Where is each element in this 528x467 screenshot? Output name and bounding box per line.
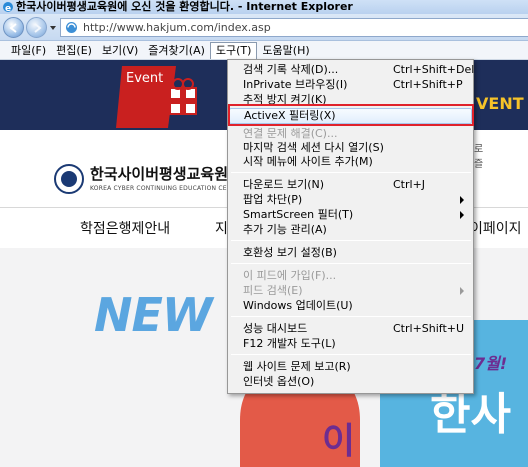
menu-item-label: InPrivate 브라우징(I) <box>243 78 348 91</box>
forward-arrow-icon <box>33 22 42 33</box>
event-banner[interactable]: Event <box>116 62 226 128</box>
menu-item-windows-update[interactable]: Windows 업데이트(U) <box>229 298 472 313</box>
menu-item-smartscreen[interactable]: SmartScreen 필터(T) <box>229 207 472 222</box>
menu-item-compat-view[interactable]: 호환성 보기 설정(B) <box>229 245 472 260</box>
menu-help[interactable]: 도움말(H) <box>257 42 314 59</box>
menu-item-report-site-problem[interactable]: 웹 사이트 문제 보고(R) <box>229 359 472 374</box>
menu-item-label: 인터넷 옵션(O) <box>243 375 315 388</box>
logo-seal-icon <box>54 164 84 194</box>
menu-separator <box>231 354 471 355</box>
menu-item-inprivate[interactable]: InPrivate 브라우징(I) Ctrl+Shift+P <box>229 77 472 92</box>
menu-item-label: 시작 메뉴에 사이트 추가(M) <box>243 155 373 168</box>
back-button[interactable] <box>3 17 24 38</box>
menu-item-label: 추가 기능 관리(A) <box>243 223 327 236</box>
menu-item-manage-addons[interactable]: 추가 기능 관리(A) <box>229 222 472 237</box>
menu-item-feed-discovery: 피드 검색(E) <box>229 283 472 298</box>
top-links: 로 즐 <box>474 140 528 170</box>
window-title-bar: e 한국사이버평생교육원에 오신 것을 환영합니다. - Internet Ex… <box>0 0 528 14</box>
menu-item-fix-connection: 연결 문제 해결(C)... <box>229 126 472 141</box>
tools-menu: 검색 기록 삭제(D)... Ctrl+Shift+Del InPrivate … <box>227 59 474 394</box>
menu-item-subscribe-feed: 이 피드에 가입(F)... <box>229 268 472 283</box>
banner-headline-left: 이 <box>322 421 356 462</box>
menu-item-shortcut: Ctrl+Shift+Del <box>393 63 475 76</box>
menu-item-reopen-session[interactable]: 마지막 검색 세션 다시 열기(S) <box>229 140 472 155</box>
top-link-login[interactable]: 로 <box>474 144 483 155</box>
address-toolbar: http://www.hakjum.com/index.asp <box>0 14 528 41</box>
banner-month-text: 7월! <box>474 354 508 373</box>
menu-separator <box>231 263 471 264</box>
menu-item-label: F12 개발자 도구(L) <box>243 337 336 350</box>
menu-item-view-downloads[interactable]: 다운로드 보기(N) Ctrl+J <box>229 177 472 192</box>
menu-item-label: 성능 대시보드 <box>243 322 308 335</box>
history-dropdown-icon[interactable] <box>49 24 57 32</box>
menu-item-label: 팝업 차단(P) <box>243 193 303 206</box>
ie-logo-icon: e <box>3 2 13 13</box>
menu-tools[interactable]: 도구(T) <box>209 41 258 59</box>
logo-name: 한국사이버평생교육원 <box>90 165 229 183</box>
menu-item-shortcut: Ctrl+Shift+P <box>393 78 463 91</box>
menu-view[interactable]: 보기(V) <box>97 42 143 59</box>
menu-bar: 파일(F) 편집(E) 보기(V) 즐겨찾기(A) 도구(T) 도움말(H) <box>0 41 528 60</box>
menu-item-label: 이 피드에 가입(F)... <box>243 269 337 282</box>
menu-separator <box>231 172 471 173</box>
nav-credit-bank[interactable]: 학점은행제안내 <box>80 218 170 238</box>
menu-item-label: 피드 검색(E) <box>243 284 303 297</box>
nav-item-2[interactable]: 지 <box>215 218 228 238</box>
logo-subtitle: KOREA CYBER CONTINUING EDUCATION CENTER <box>90 185 244 192</box>
menu-item-delete-history[interactable]: 검색 기록 삭제(D)... Ctrl+Shift+Del <box>229 62 475 77</box>
svg-text:e: e <box>5 4 11 13</box>
menu-item-label: 검색 기록 삭제(D)... <box>243 63 339 76</box>
menu-item-label: 웹 사이트 문제 보고(R) <box>243 360 351 373</box>
menu-item-internet-options[interactable]: 인터넷 옵션(O) <box>229 374 472 389</box>
menu-item-label: Windows 업데이트(U) <box>243 299 353 312</box>
banner-new-text: NEW <box>94 288 213 342</box>
submenu-arrow-icon <box>460 196 464 204</box>
menu-item-add-to-start[interactable]: 시작 메뉴에 사이트 추가(M) <box>229 154 472 169</box>
menu-item-shortcut: Ctrl+J <box>393 178 426 191</box>
menu-separator <box>231 240 471 241</box>
nav-my-page[interactable]: 이페이지 <box>470 218 522 238</box>
top-link-2[interactable]: 즐 <box>474 159 483 170</box>
forward-button[interactable] <box>26 17 47 38</box>
submenu-arrow-icon <box>460 287 464 295</box>
menu-item-label: 호환성 보기 설정(B) <box>243 246 337 259</box>
menu-item-popup-blocker[interactable]: 팝업 차단(P) <box>229 192 472 207</box>
menu-item-label: SmartScreen 필터(T) <box>243 208 354 221</box>
menu-edit[interactable]: 편집(E) <box>51 42 97 59</box>
address-bar[interactable]: http://www.hakjum.com/index.asp <box>60 18 528 37</box>
menu-item-label: 다운로드 보기(N) <box>243 178 325 191</box>
highlight-annotation-box <box>228 104 474 126</box>
event-label: Event <box>126 71 163 86</box>
menu-file[interactable]: 파일(F) <box>6 42 51 59</box>
menu-item-label: 연결 문제 해결(C)... <box>243 127 338 140</box>
site-logo[interactable]: 한국사이버평생교육원 KOREA CYBER CONTINUING EDUCAT… <box>54 163 243 197</box>
back-arrow-icon <box>8 22 17 33</box>
window-title: 한국사이버평생교육원에 오신 것을 환영합니다. - Internet Expl… <box>16 0 353 13</box>
address-url: http://www.hakjum.com/index.asp <box>83 21 271 34</box>
menu-favorites[interactable]: 즐겨찾기(A) <box>143 42 210 59</box>
menu-item-performance-dashboard[interactable]: 성능 대시보드 Ctrl+Shift+U <box>229 321 472 336</box>
menu-item-label: 마지막 검색 세션 다시 열기(S) <box>243 141 384 154</box>
menu-item-f12-tools[interactable]: F12 개발자 도구(L) <box>229 336 472 351</box>
submenu-arrow-icon <box>460 211 464 219</box>
menu-item-shortcut: Ctrl+Shift+U <box>393 322 465 335</box>
event-heading: VENT <box>476 94 524 113</box>
menu-separator <box>231 316 471 317</box>
page-icon <box>66 22 77 33</box>
